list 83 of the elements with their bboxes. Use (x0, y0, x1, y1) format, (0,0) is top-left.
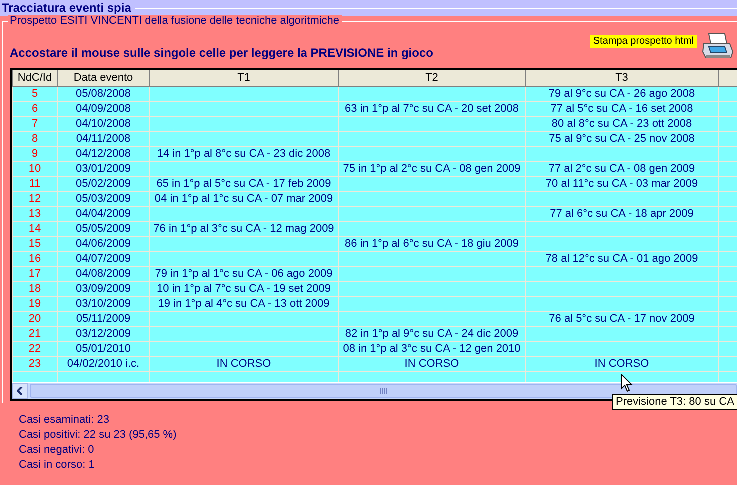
column-header[interactable]: T2 (338, 70, 526, 86)
table-cell: IN CORSO (150, 356, 338, 372)
table-cell: 04/10/2008 (58, 116, 150, 132)
grip-icon (380, 388, 388, 394)
table-cell: 70 al 11°c su CA - 03 mar 2009 (526, 176, 718, 192)
scroll-left-button[interactable] (12, 383, 28, 399)
window-title: Tracciatura eventi spia (2, 1, 132, 15)
table-cell: 04/06/2009 (58, 236, 150, 252)
table-cell: 17 (12, 266, 58, 282)
table-cell: 12 (12, 192, 58, 206)
table-cell: 23 (12, 356, 58, 372)
table-cell: 08 in 1°p al 3°c su CA - 12 gen 2010 (338, 342, 526, 356)
table-cell: 77 al 2°c su CA - 08 gen 2009 (526, 162, 718, 176)
table-cell: 5 (12, 86, 58, 102)
table-cell: 80 al 8°c su CA - 23 ott 2008 (526, 116, 718, 132)
table-cell: 04/02/2010 i.c. (58, 356, 150, 372)
table-cell: 7 (12, 116, 58, 132)
table-cell: 05/01/2010 (58, 342, 150, 356)
table-cell: 04/04/2009 (58, 206, 150, 222)
summary-line: Casi in corso: 1 (19, 458, 96, 472)
table-cell: 14 in 1°p al 8°c su CA - 23 dic 2008 (150, 146, 338, 162)
column-header[interactable]: T3 (526, 70, 718, 86)
summary-line: Casi esaminati: 23 (19, 413, 110, 427)
table-cell: 04 in 1°p al 1°c su CA - 07 mar 2009 (150, 192, 338, 206)
horizontal-scrollbar[interactable] (12, 382, 737, 399)
mouse-cursor-icon (621, 374, 633, 393)
table-cell: 79 al 9°c su CA - 26 ago 2008 (526, 86, 718, 102)
table-cell: 21 (12, 326, 58, 342)
table-cell: 18 (12, 282, 58, 296)
table-cell: 13 (12, 206, 58, 222)
table-cell: 03/12/2009 (58, 326, 150, 342)
instruction-text: Accostare il mouse sulle singole celle per leggere la PREVISIONE in gioco (10, 46, 434, 62)
table-cell: 86 in 1°p al 6°c su CA - 18 giu 2009 (338, 236, 526, 252)
column-header[interactable] (718, 70, 737, 86)
table-cell: 78 al 12°c su CA - 01 ago 2009 (526, 252, 718, 266)
table-cell: 63 in 1°p al 7°c su CA - 20 set 2008 (338, 102, 526, 116)
table-cell: 65 in 1°p al 5°c su CA - 17 feb 2009 (150, 176, 338, 192)
column-header[interactable]: NdC/Id (12, 70, 58, 86)
table-cell: 75 in 1°p al 2°c su CA - 08 gen 2009 (338, 162, 526, 176)
table-cell: IN CORSO (526, 356, 718, 372)
table-cell: 03/10/2009 (58, 296, 150, 312)
tooltip: Previsione T3: 80 su CA (612, 394, 737, 410)
table-cell: 15 (12, 236, 58, 252)
table-cell: 6 (12, 102, 58, 116)
table-cell: 11 (12, 176, 58, 192)
table-cell: 03/09/2009 (58, 282, 150, 296)
table-cell: 05/03/2009 (58, 192, 150, 206)
table-cell: 10 (12, 162, 58, 176)
table-cell: 10 in 1°p al 7°c su CA - 19 set 2009 (150, 282, 338, 296)
chevron-left-icon (17, 387, 23, 395)
table-cell: 04/07/2009 (58, 252, 150, 266)
table-cell: 9 (12, 146, 58, 162)
table-cell: 04/11/2008 (58, 132, 150, 146)
scrollbar-thumb[interactable] (30, 384, 737, 398)
table-cell: 76 al 5°c su CA - 17 nov 2009 (526, 312, 718, 326)
table-cell: IN CORSO (338, 356, 526, 372)
table-cell: 04/12/2008 (58, 146, 150, 162)
table-cell: 76 in 1°p al 3°c su CA - 12 mag 2009 (150, 222, 338, 236)
column-header[interactable]: T1 (150, 70, 338, 86)
table-cell: 77 al 5°c su CA - 16 set 2008 (526, 102, 718, 116)
table-cell: 77 al 6°c su CA - 18 apr 2009 (526, 206, 718, 222)
column-header[interactable]: Data evento (58, 70, 150, 86)
table-cell: 04/09/2008 (58, 102, 150, 116)
table-cell: 04/08/2009 (58, 266, 150, 282)
table-cell: 14 (12, 222, 58, 236)
table-cell: 19 in 1°p al 4°c su CA - 13 ott 2009 (150, 296, 338, 312)
table-cell: 20 (12, 312, 58, 326)
table-cell: 22 (12, 342, 58, 356)
table-cell: 82 in 1°p al 9°c su CA - 24 dic 2009 (338, 326, 526, 342)
summary-line: Casi negativi: 0 (19, 443, 96, 457)
group-legend: Prospetto ESITI VINCENTI della fusione delle tecniche algoritmiche (8, 15, 342, 27)
table-cell: 75 al 9°c su CA - 25 nov 2008 (526, 132, 718, 146)
table-cell: 79 in 1°p al 1°c su CA - 06 ago 2009 (150, 266, 338, 282)
summary-line: Casi positivi: 22 su 23 (95,65 %) (19, 428, 178, 442)
table-cell: 05/02/2009 (58, 176, 150, 192)
table-cell: 05/08/2008 (58, 86, 150, 102)
table-cell: 19 (12, 296, 58, 312)
table-cell: 8 (12, 132, 58, 146)
table-cell: 16 (12, 252, 58, 266)
table-cell: 05/11/2009 (58, 312, 150, 326)
table-cell: 03/01/2009 (58, 162, 150, 176)
table-cell: 05/05/2009 (58, 222, 150, 236)
print-button[interactable]: Stampa prospetto html (590, 35, 697, 48)
